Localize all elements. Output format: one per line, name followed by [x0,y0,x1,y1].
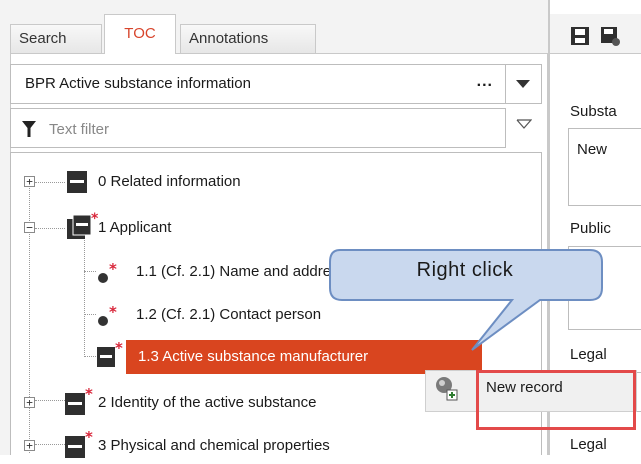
add-record-icon [436,377,458,401]
field-label-legal-2: Legal [570,436,607,453]
document-selector[interactable]: BPR Active substance information ... [10,64,506,104]
tree-connector [84,356,96,357]
callout-text: Right click [416,259,514,281]
new-record-label: New record [486,379,563,396]
tab-toc[interactable]: TOC [104,14,176,54]
tree-node-selected[interactable]: 1.3 Active substance manufacturer [126,340,482,374]
tree-node-label: 0 Related information [98,173,241,190]
more-options-button[interactable]: ... [477,73,493,91]
svg-text:*: * [85,387,93,403]
save-icon[interactable] [570,26,590,46]
field-label-public: Public [570,220,611,237]
expand-icon[interactable]: + [24,397,35,408]
tree-node[interactable]: + * 2 Identity of the active substance [22,385,422,421]
editor-toolbar [550,14,641,54]
svg-text:*: * [109,260,117,278]
svg-text:*: * [109,303,117,321]
document-selector-value: BPR Active substance information [25,75,251,92]
field-label-substance: Substa [570,103,617,120]
text-filter-input[interactable] [47,115,487,143]
document-required-icon: * [97,342,123,367]
tree-node[interactable]: * 1.1 (Cf. 2.1) Name and address [96,254,346,290]
tree-node[interactable]: − * 1 Applicant [22,210,542,246]
expand-icon[interactable]: + [24,176,35,187]
chevron-down-outline-icon [516,119,532,129]
tab-annotations[interactable]: Annotations [180,24,316,54]
tree-node[interactable]: + * 3 Physical and chemical properties [22,428,442,464]
chevron-down-icon [516,80,530,88]
tree-node[interactable]: + 0 Related information [22,164,542,200]
tree-connector [84,271,96,272]
field-required-icon: * [98,303,117,326]
svg-text:*: * [115,342,123,357]
svg-text:*: * [85,430,93,446]
tree-node-label: 1.3 Active substance manufacturer [138,348,369,365]
new-record-menu-item[interactable]: New record [476,370,636,430]
tree-node-label: 1 Applicant [98,219,172,236]
tree-connector [84,240,85,355]
tree-connector [84,314,96,315]
filter-options-button[interactable] [506,108,542,148]
field-required-icon: * [98,260,117,283]
tree-node-label: 2 Identity of the active substance [98,394,317,411]
tree-node-label: 3 Physical and chemical properties [98,437,330,454]
document-required-icon: * [65,387,93,415]
tree-node[interactable]: * 1.2 (Cf. 2.1) Contact person [96,297,396,333]
substance-field[interactable]: New [568,128,641,206]
document-required-icon: * [67,212,99,239]
save-as-icon[interactable] [600,26,620,46]
field-label-legal: Legal [570,346,607,363]
funnel-icon [22,121,36,137]
expand-icon[interactable]: + [24,440,35,451]
panel-tabs: Search TOC Annotations [10,14,548,54]
text-filter [10,108,506,148]
tree-node-label: 1.2 (Cf. 2.1) Contact person [136,306,322,323]
tab-search[interactable]: Search [10,24,102,54]
document-required-icon: * [65,430,93,458]
tree-node-label: 1.1 (Cf. 2.1) Name and address [136,263,347,280]
dropdown-button[interactable] [506,64,542,104]
document-icon [67,171,87,193]
substance-field-value: New [577,141,608,158]
collapse-icon[interactable]: − [24,222,35,233]
